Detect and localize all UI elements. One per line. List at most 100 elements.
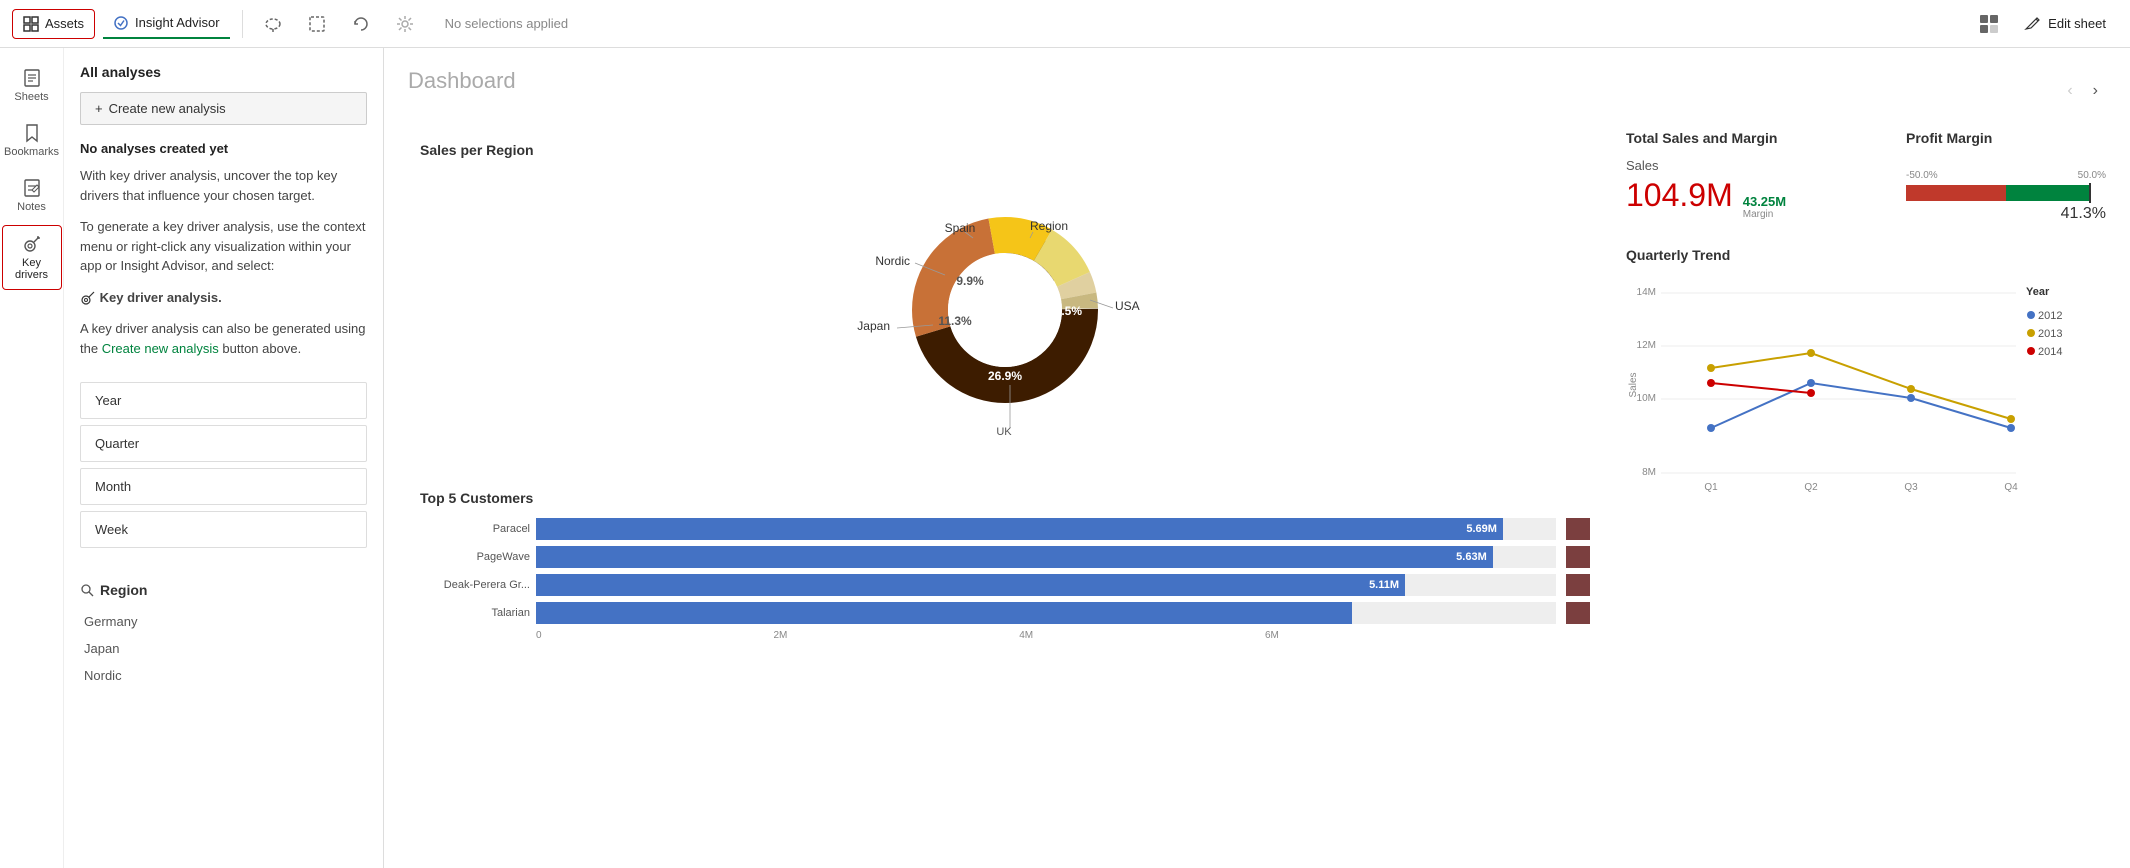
profit-margin-card: Profit Margin -50.0% 50.0% 41.3% <box>1906 130 2106 223</box>
filter-quarter[interactable]: Quarter <box>80 425 367 462</box>
svg-text:Spain: Spain <box>945 221 976 235</box>
filter-list: Year Quarter Month Week <box>80 370 367 566</box>
panel-text-key-driver: Key driver analysis. <box>80 288 367 308</box>
region-nordic[interactable]: Nordic <box>80 662 367 689</box>
profit-green <box>2006 185 2089 201</box>
insight-advisor-label: Insight Advisor <box>135 15 220 30</box>
quarterly-trend-card: Quarterly Trend 14M 12M 10M 8M Sales <box>1626 247 2106 498</box>
refresh-icon <box>351 14 371 34</box>
no-analyses-text: No analyses created yet <box>80 141 367 156</box>
bar-value-paracel: 5.69M <box>1466 523 1497 535</box>
dot-2014-q1 <box>1707 379 1715 387</box>
svg-text:Q2: Q2 <box>1804 482 1818 493</box>
line-2013 <box>1711 353 2011 419</box>
dot-2013-q3 <box>1907 385 1915 393</box>
refresh-button[interactable] <box>343 8 379 40</box>
svg-text:Region: Region <box>1030 219 1068 233</box>
sidebar-item-key-drivers[interactable]: Key drivers <box>2 225 62 290</box>
bar-row-deak: Deak-Perera Gr... 5.11M <box>420 574 1590 596</box>
edit-sheet-button[interactable]: Edit sheet <box>2012 9 2118 39</box>
assets-button[interactable]: Assets <box>12 9 95 39</box>
svg-text:9.9%: 9.9% <box>956 274 984 288</box>
dashboard-title: Dashboard <box>408 68 516 94</box>
sidebar-item-sheets[interactable]: Sheets <box>2 60 62 111</box>
panel-text-3: A key driver analysis can also be genera… <box>80 319 367 358</box>
bar-row-pagewave: PageWave 5.63M <box>420 546 1590 568</box>
svg-text:2012: 2012 <box>2038 310 2062 322</box>
svg-text:12M: 12M <box>1637 340 1656 351</box>
region-germany[interactable]: Germany <box>80 608 367 635</box>
profit-red <box>1906 185 2006 201</box>
svg-text:USA: USA <box>1115 299 1140 313</box>
prev-arrow[interactable]: ‹ <box>2059 78 2080 104</box>
search-icon <box>80 583 94 597</box>
sales-data: Sales 104.9M 43.25M Margin <box>1626 158 1886 220</box>
profit-percentage: 41.3% <box>1906 205 2106 223</box>
dot-2013-q4 <box>2007 415 2015 423</box>
bar-label-talarian: Talarian <box>420 607 530 619</box>
svg-text:26.9%: 26.9% <box>988 369 1022 383</box>
svg-text:Q4: Q4 <box>2004 482 2018 493</box>
bar-mini-paracel <box>1566 518 1590 540</box>
assets-icon <box>23 16 39 32</box>
assets-label: Assets <box>45 16 84 31</box>
bar-mini-talarian <box>1566 602 1590 624</box>
bar-fill-talarian <box>536 602 1352 624</box>
profit-bar <box>1906 185 2106 201</box>
bar-mini-deak <box>1566 574 1590 596</box>
bar-value-deak: 5.11M <box>1369 579 1399 591</box>
region-japan[interactable]: Japan <box>80 635 367 662</box>
create-btn-label: Create new analysis <box>109 101 226 116</box>
line-2014 <box>1711 383 1811 393</box>
create-new-analysis-button[interactable]: + Create new analysis <box>80 92 367 125</box>
nav-arrows: ‹ › <box>2059 78 2106 104</box>
bar-track-pagewave: 5.63M <box>536 546 1556 568</box>
charts-left: Sales per Region <box>408 130 1602 653</box>
dashboard-area: Dashboard ‹ › Sales per Region <box>384 48 2130 868</box>
bar-mini-pagewave <box>1566 546 1590 568</box>
profit-range-labels: -50.0% 50.0% <box>1906 170 2106 181</box>
svg-text:UK: UK <box>996 426 1012 438</box>
top5-customers-card: Top 5 Customers Paracel 5.69M <box>408 478 1602 653</box>
sheets-icon <box>22 68 42 88</box>
main-layout: Sheets Bookmarks Notes <box>0 48 2130 868</box>
quarterly-chart-container: 14M 12M 10M 8M Sales Q1 <box>1626 275 2106 498</box>
edit-sheet-label: Edit sheet <box>2048 16 2106 31</box>
sidebar-item-notes[interactable]: Notes <box>2 170 62 221</box>
bar-fill-pagewave: 5.63M <box>536 546 1493 568</box>
grid-view-icon[interactable] <box>1978 13 2000 35</box>
lasso-icon <box>263 14 283 34</box>
filter-week[interactable]: Week <box>80 511 367 548</box>
svg-text:Q3: Q3 <box>1904 482 1918 493</box>
filter-month[interactable]: Month <box>80 468 367 505</box>
donut-chart: USA UK Japan Nordic Spain Region 45.5% 2… <box>420 170 1590 450</box>
sales-region-title: Sales per Region <box>420 142 1590 158</box>
lasso-button[interactable] <box>255 8 291 40</box>
svg-text:8M: 8M <box>1642 467 1656 478</box>
bar-row-paracel: Paracel 5.69M <box>420 518 1590 540</box>
insight-advisor-button[interactable]: Insight Advisor <box>103 9 230 39</box>
analyses-panel: All analyses + Create new analysis No an… <box>64 48 384 868</box>
bar-track-talarian <box>536 602 1556 624</box>
dot-2014-q2 <box>1807 389 1815 397</box>
sales-label: Sales <box>1626 158 1886 173</box>
top5-title: Top 5 Customers <box>420 490 1590 506</box>
bar-fill-deak: 5.11M <box>536 574 1405 596</box>
sales-value: 104.9M <box>1626 177 1733 214</box>
panel-text-1: With key driver analysis, uncover the to… <box>80 166 367 205</box>
dot-2013-q2 <box>1807 349 1815 357</box>
settings-button[interactable] <box>387 8 423 40</box>
svg-text:Year: Year <box>2026 286 2050 298</box>
svg-text:Nordic: Nordic <box>875 254 910 268</box>
sidebar-item-bookmarks[interactable]: Bookmarks <box>2 115 62 166</box>
filter-year[interactable]: Year <box>80 382 367 419</box>
settings-icon <box>395 14 415 34</box>
quarterly-title: Quarterly Trend <box>1626 247 2106 263</box>
total-sales-title: Total Sales and Margin <box>1626 130 1886 146</box>
selection-button[interactable] <box>299 8 335 40</box>
create-new-link[interactable]: Create new analysis <box>102 341 219 356</box>
next-arrow[interactable]: › <box>2085 78 2106 104</box>
bar-track-paracel: 5.69M <box>536 518 1556 540</box>
sidebar-icons: Sheets Bookmarks Notes <box>0 48 64 868</box>
bookmarks-icon <box>22 123 42 143</box>
